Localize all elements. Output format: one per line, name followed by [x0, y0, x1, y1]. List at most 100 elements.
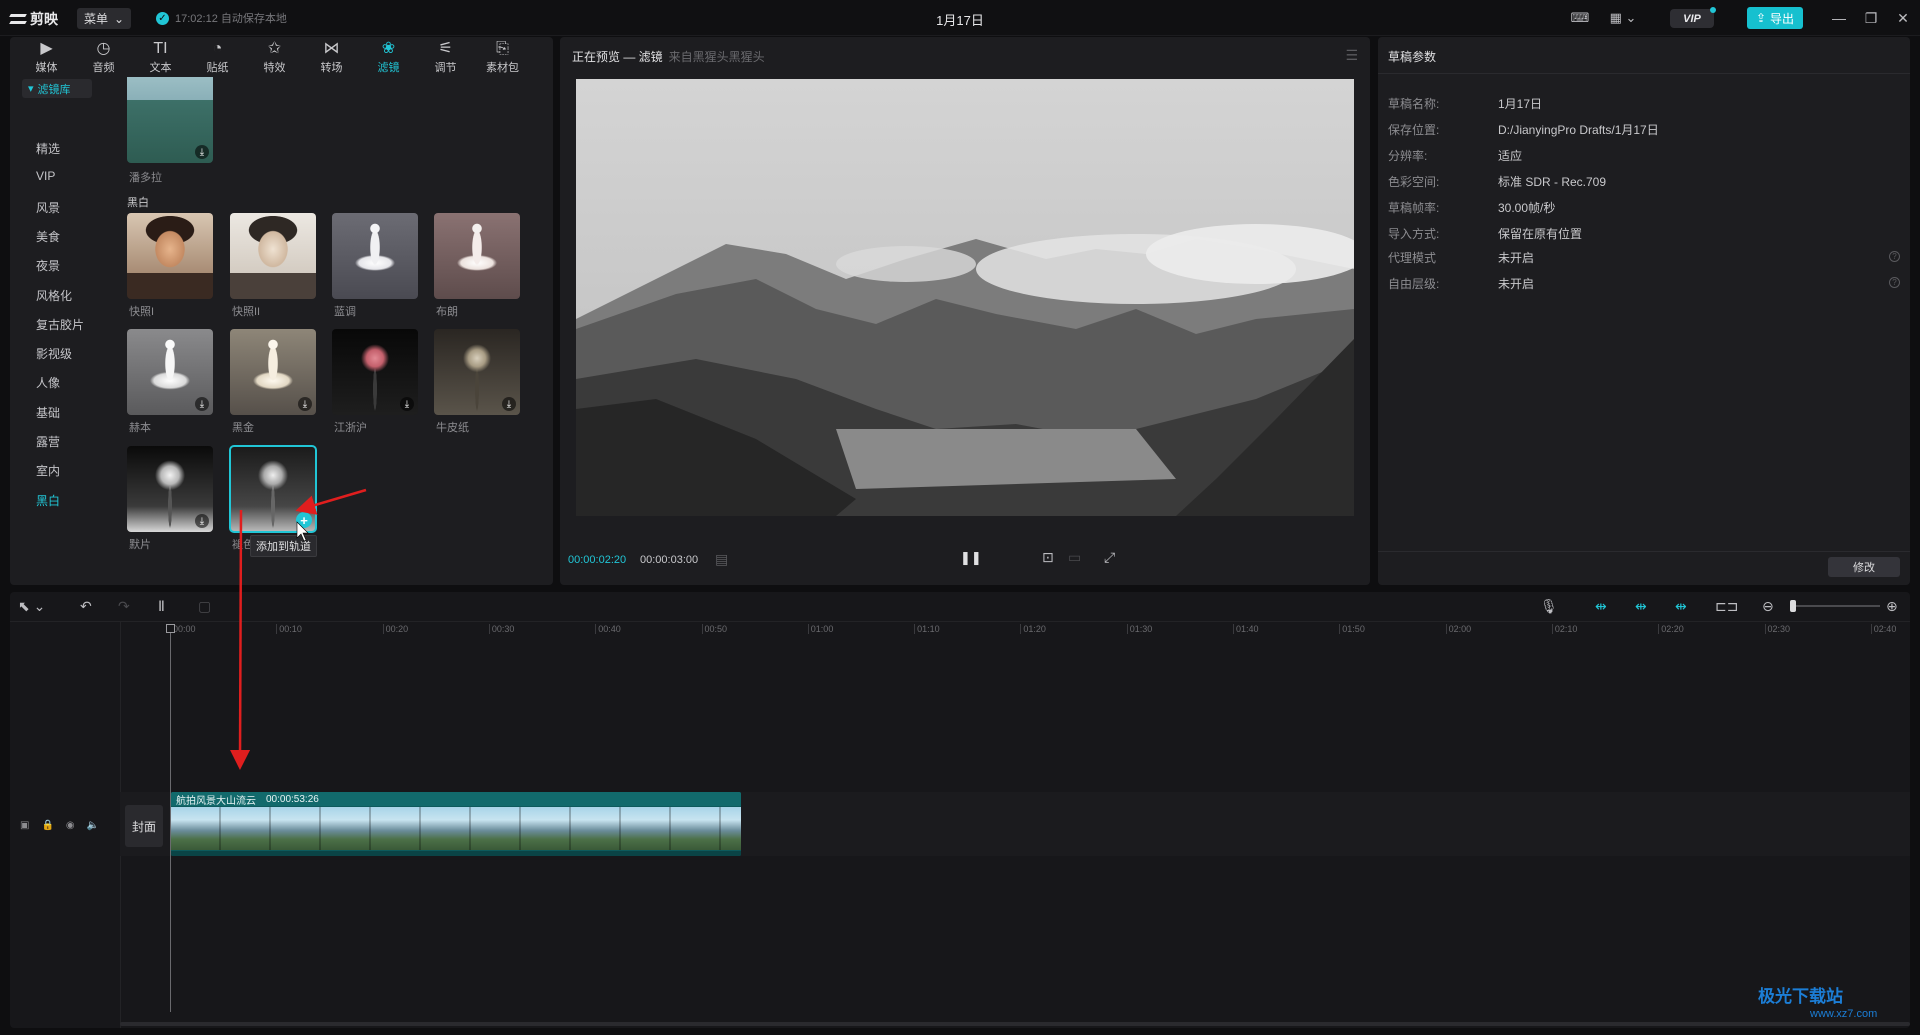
screenshot-icon[interactable]: ⊡ — [1042, 549, 1054, 566]
clip-thumbnails — [171, 807, 741, 850]
tab-label: 转场 — [320, 61, 343, 74]
playhead[interactable] — [170, 624, 171, 1012]
tab-text[interactable]: TI 文本 — [132, 37, 189, 77]
filter-thumb-blue-tone[interactable] — [332, 213, 418, 299]
help-icon[interactable]: ? — [1889, 277, 1900, 288]
fullscreen-icon[interactable]: ⤢ — [1104, 549, 1115, 566]
help-icon[interactable]: ? — [1889, 251, 1900, 262]
sidebar-category-item[interactable]: VIP — [36, 169, 55, 183]
minimize-icon[interactable]: — — [1829, 8, 1849, 28]
sidebar-category-item[interactable]: 风格化 — [36, 287, 72, 304]
undo-icon[interactable]: ↶ — [80, 598, 92, 615]
close-icon[interactable]: ✕ — [1893, 8, 1913, 28]
keyboard-shortcut-icon[interactable]: ⌨ — [1569, 9, 1591, 27]
modify-button[interactable]: 修改 — [1828, 557, 1900, 577]
media-icon: ▶ — [40, 39, 53, 57]
filter-thumb-jiangzhehu[interactable]: ⤓ — [332, 329, 418, 415]
filter-thumb-black-gold[interactable]: ⤓ — [230, 329, 316, 415]
select-pointer-icon[interactable]: ⬉ ⌄ — [18, 598, 45, 615]
pause-button[interactable]: ❚❚ — [960, 550, 982, 566]
eye-icon[interactable]: ◉ — [66, 820, 75, 831]
preview-axis-icon[interactable]: ⊏⊐ — [1715, 598, 1738, 615]
download-icon[interactable]: ⤓ — [400, 397, 414, 411]
ruler-tick-label: 01:10 — [914, 624, 940, 634]
track-controls: ▣ 🔒 ◉ 🔈 — [20, 820, 99, 831]
video-clip[interactable]: 航拍风景大山流云 00:00:53:26 — [171, 792, 741, 856]
zoom-out-icon[interactable]: ⊖ — [1762, 598, 1774, 615]
filter-thumb-brown[interactable] — [434, 213, 520, 299]
filter-thumb-pandora[interactable]: ⤓ — [127, 77, 213, 163]
filter-thumb-snapshot2[interactable] — [230, 213, 316, 299]
linkage-icon[interactable]: ⇹ — [1675, 598, 1687, 615]
tab-package[interactable]: ⎘ 素材包 — [474, 37, 531, 77]
redo-icon[interactable]: ↷ — [118, 598, 130, 615]
download-icon[interactable]: ⤓ — [298, 397, 312, 411]
download-icon[interactable]: ⤓ — [195, 514, 209, 528]
timeline-panel: ⬉ ⌄ ↶ ↷ Ⅱ ▢ 🎙 ⇹ ⇹ ⇹ ⊏⊐ ⊖ ⊕ 00:00 00:10 00:… — [10, 592, 1910, 1028]
text-icon: TI — [153, 39, 168, 57]
zoom-slider-handle[interactable] — [1790, 600, 1796, 612]
filter-label: 赫本 — [129, 422, 151, 434]
timecode-grid-icon[interactable]: ▤ — [715, 551, 728, 568]
tab-adjust[interactable]: ⚟ 调节 — [417, 37, 474, 77]
hamburger-menu-icon[interactable]: ☰ — [1345, 47, 1358, 64]
split-icon[interactable]: Ⅱ — [158, 598, 165, 615]
sidebar-category-item[interactable]: 人像 — [36, 374, 60, 391]
sidebar-category-item[interactable]: 美食 — [36, 228, 60, 245]
restore-icon[interactable]: ❐ — [1861, 8, 1881, 28]
total-time: 00:00:03:00 — [640, 554, 699, 566]
filter-library-toggle[interactable]: ▾ 滤镜库 — [22, 79, 92, 98]
sidebar-category-item[interactable]: 复古胶片 — [36, 316, 84, 333]
download-icon[interactable]: ⤓ — [195, 397, 209, 411]
zoom-in-icon[interactable]: ⊕ — [1886, 598, 1898, 615]
playhead-handle[interactable] — [166, 624, 175, 633]
export-button[interactable]: ⇪ 导出 — [1747, 7, 1803, 29]
menu-button[interactable]: 菜单 ⌄ — [77, 8, 131, 29]
sidebar-category-item[interactable]: 基础 — [36, 404, 60, 421]
preview-header: 正在预览 — 滤镜 来自黑猩头黑猩头 — [572, 48, 765, 65]
microphone-icon[interactable]: 🎙 — [1540, 598, 1558, 615]
filter-category-sidebar: ▾ 滤镜库 精选 VIP 风景美食夜景风格化复古胶片影视级人像基础露营室内黑白 — [10, 77, 98, 585]
tab-transition[interactable]: ⋈ 转场 — [303, 37, 360, 77]
download-icon[interactable]: ⤓ — [195, 145, 209, 159]
ruler-tick-label: 00:50 — [701, 624, 728, 634]
sidebar-category-item[interactable]: 精选 — [36, 140, 60, 157]
track-frame-icon[interactable]: ▣ — [20, 820, 29, 831]
sidebar-category-item[interactable]: 室内 — [36, 462, 60, 479]
draft-properties-panel: 草稿参数 草稿名称: 1月17日 保存位置: D:/JianyingPro Draft… — [1378, 37, 1910, 585]
filter-thumb-faded[interactable]: + — [229, 445, 317, 533]
property-label: 自由层级: — [1388, 277, 1440, 291]
preview-subtitle: 来自黑猩头黑猩头 — [668, 50, 765, 64]
horizontal-scrollbar[interactable] — [120, 1022, 1910, 1026]
filter-thumb-hepburn[interactable]: ⤓ — [127, 329, 213, 415]
sidebar-category-item[interactable]: 夜景 — [36, 257, 60, 274]
tab-media[interactable]: ▶ 媒体 — [18, 37, 75, 77]
tab-sticker[interactable]: ◔ 贴纸 — [189, 37, 246, 77]
package-icon: ⎘ — [496, 39, 509, 57]
layout-icon[interactable]: ▦ ⌄ — [1606, 9, 1640, 27]
cover-button[interactable]: 封面 — [125, 805, 163, 847]
sidebar-category-item[interactable]: 影视级 — [36, 345, 72, 362]
lock-icon[interactable]: 🔒 — [41, 820, 53, 831]
tab-label: 音频 — [92, 61, 115, 74]
add-to-track-icon[interactable]: + — [296, 512, 312, 528]
main-track-magnet-icon[interactable]: ⇹ — [1595, 598, 1607, 615]
ratio-icon[interactable]: ▭ — [1068, 549, 1081, 566]
filter-thumb-silent-film[interactable]: ⤓ — [127, 446, 213, 532]
vip-badge[interactable]: VIP — [1670, 9, 1714, 28]
tab-filter[interactable]: ❀ 滤镜 — [360, 37, 417, 77]
auto-snap-icon[interactable]: ⇹ — [1635, 598, 1647, 615]
sidebar-category-item[interactable]: 黑白 — [36, 492, 60, 509]
tab-audio[interactable]: ◷ 音频 — [75, 37, 132, 77]
filter-thumb-snapshot1[interactable] — [127, 213, 213, 299]
filter-thumb-kraft-paper[interactable]: ⤓ — [434, 329, 520, 415]
delete-icon[interactable]: ▢ — [198, 598, 211, 615]
sidebar-category-item[interactable]: 露营 — [36, 433, 60, 450]
speaker-icon[interactable]: 🔈 — [87, 820, 99, 831]
sidebar-category-item[interactable]: 风景 — [36, 199, 60, 216]
zoom-slider-track[interactable] — [1796, 605, 1880, 607]
timeline-ruler[interactable]: 00:00 00:10 00:20 00:30 00:40 00:50 01:00 01:10… — [170, 622, 1910, 642]
download-icon[interactable]: ⤓ — [502, 397, 516, 411]
tab-effects[interactable]: ✩ 特效 — [246, 37, 303, 77]
watermark-logo: 极光下载站 — [1758, 987, 1843, 1006]
